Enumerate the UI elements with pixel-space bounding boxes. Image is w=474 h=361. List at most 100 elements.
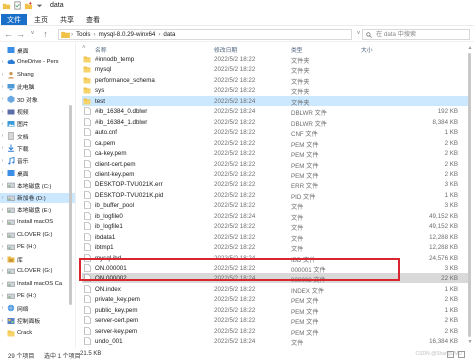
- tab-share[interactable]: 共享: [54, 14, 80, 25]
- forward-button[interactable]: →: [15, 29, 26, 40]
- file-row[interactable]: server-cert.pem 2022/5/2 18:22 PEM 文件 2 KB: [82, 315, 468, 326]
- file-row[interactable]: private_key.pem 2022/5/2 18:22 PEM 文件 2 KB: [82, 294, 468, 305]
- breadcrumb-data[interactable]: data: [161, 31, 177, 38]
- sidebar-item[interactable]: › OneDrive - Pers: [0, 57, 75, 67]
- expand-chevron-icon[interactable]: ›: [0, 133, 5, 139]
- file-row[interactable]: public_key.pem 2022/5/2 18:22 PEM 文件 1 KB: [82, 305, 468, 316]
- expand-chevron-icon[interactable]: ›: [0, 268, 5, 274]
- expand-chevron-icon[interactable]: ›: [0, 170, 5, 176]
- file-row[interactable]: sys 2022/5/2 18:22 文件夹: [82, 85, 468, 96]
- expand-chevron-icon[interactable]: ›: [0, 182, 5, 188]
- file-row[interactable]: DESKTOP-TVU021K.pid 2022/5/2 18:22 PID 文件 1…: [82, 190, 468, 201]
- file-row[interactable]: ib_buffer_pool 2022/5/2 18:22 文件 3 KB: [82, 200, 468, 211]
- file-row[interactable]: auto.cnf 2022/5/2 18:22 CNF 文件 1 KB: [82, 127, 468, 138]
- file-row[interactable]: ib_logfile1 2022/5/2 18:22 文件 49,152 KB: [82, 221, 468, 232]
- file-row[interactable]: ibtmp1 2022/5/2 18:22 文件 12,288 KB: [82, 242, 468, 253]
- sidebar-scroll-thumb[interactable]: [69, 105, 72, 305]
- expand-chevron-icon[interactable]: ›: [0, 293, 5, 299]
- address-bar[interactable]: › Tools › mysql-8.0.29-winx64 › data: [58, 29, 352, 40]
- sidebar-item[interactable]: › 库: [0, 254, 75, 264]
- sidebar-item[interactable]: › 桌面: [0, 168, 75, 178]
- tab-file[interactable]: 文件: [1, 14, 27, 25]
- sidebar-item[interactable]: Crack: [0, 328, 75, 338]
- file-row[interactable]: mysql 2022/5/2 18:22 文件夹: [82, 64, 468, 75]
- expand-chevron-icon[interactable]: ›: [0, 109, 5, 115]
- recent-locations-button[interactable]: ˅: [27, 29, 38, 40]
- sidebar-scrollbar[interactable]: [68, 45, 73, 345]
- sidebar-item[interactable]: › 图片: [0, 119, 75, 129]
- expand-chevron-icon[interactable]: ›: [0, 232, 5, 238]
- breadcrumb-mysql[interactable]: mysql-8.0.29-winx64: [97, 31, 158, 38]
- expand-chevron-icon[interactable]: ›: [0, 219, 5, 225]
- sidebar-item[interactable]: › 控制面板: [0, 316, 75, 326]
- sidebar-item[interactable]: › 文档: [0, 131, 75, 141]
- file-row[interactable]: client-key.pem 2022/5/2 18:22 PEM 文件 2 KB: [82, 169, 468, 180]
- sidebar-item[interactable]: › CLOVER (G:): [0, 230, 75, 240]
- expand-chevron-icon[interactable]: ›: [0, 121, 5, 127]
- customize-toolbar-icon[interactable]: [35, 1, 44, 10]
- sidebar-item[interactable]: › PE (H:): [0, 291, 75, 301]
- file-row[interactable]: ca.pem 2022/5/2 18:22 PEM 文件 2 KB: [82, 138, 468, 149]
- sidebar-item[interactable]: › 下载: [0, 143, 75, 153]
- sidebar-item[interactable]: › Shang: [0, 70, 75, 80]
- sidebar-item[interactable]: › PE (H:): [0, 242, 75, 252]
- expand-chevron-icon[interactable]: ›: [0, 59, 5, 65]
- sidebar-item[interactable]: › 网络: [0, 303, 75, 313]
- expand-chevron-icon[interactable]: ›: [0, 281, 5, 287]
- details-view-icon[interactable]: [447, 351, 454, 358]
- sidebar-item[interactable]: › CLOVER (G:): [0, 266, 75, 276]
- expand-chevron-icon[interactable]: ›: [0, 96, 5, 102]
- file-row[interactable]: ON.index 2022/5/2 18:22 INDEX 文件 1 KB: [82, 284, 468, 295]
- expand-chevron-icon[interactable]: ›: [0, 84, 5, 90]
- back-button[interactable]: ←: [3, 29, 14, 40]
- expand-chevron-icon[interactable]: ›: [0, 256, 5, 262]
- content-scrollbar[interactable]: ▲ ▼: [467, 45, 473, 345]
- file-row[interactable]: ib_logfile0 2022/5/2 18:24 文件 49,152 KB: [82, 211, 468, 222]
- file-row[interactable]: performance_schema 2022/5/2 18:22 文件夹: [82, 75, 468, 86]
- column-size[interactable]: 大小: [361, 45, 373, 54]
- column-date[interactable]: 修改日期: [214, 45, 237, 54]
- expand-chevron-icon[interactable]: ›: [0, 72, 5, 78]
- expand-chevron-icon[interactable]: ›: [0, 158, 5, 164]
- sidebar-item[interactable]: › 本地磁盘 (E:): [0, 205, 75, 215]
- file-row[interactable]: test 2022/5/2 18:24 文件夹: [82, 95, 468, 107]
- file-row[interactable]: server-key.pem 2022/5/2 18:22 PEM 文件 2 KB: [82, 326, 468, 337]
- file-row[interactable]: #ib_16384_1.dblwr 2022/5/2 18:22 DBLWR 文件 8…: [82, 117, 468, 128]
- collapse-arrow-icon[interactable]: ˄: [82, 45, 86, 51]
- sidebar-item[interactable]: › 视频: [0, 107, 75, 117]
- expand-chevron-icon[interactable]: ›: [0, 195, 5, 201]
- search-box[interactable]: 在 data 中搜索: [362, 29, 470, 40]
- file-row[interactable]: ca-key.pem 2022/5/2 18:22 PEM 文件 2 KB: [82, 148, 468, 159]
- properties-icon[interactable]: [13, 1, 22, 10]
- content-scroll-thumb[interactable]: [468, 53, 471, 337]
- expand-chevron-icon[interactable]: ›: [0, 244, 5, 250]
- tab-view[interactable]: 查看: [80, 14, 106, 25]
- file-row[interactable]: client-cert.pem 2022/5/2 18:22 PEM 文件 2 KB: [82, 159, 468, 170]
- expand-chevron-icon[interactable]: ›: [0, 145, 5, 151]
- file-row[interactable]: #innodb_temp 2022/5/2 18:22 文件夹: [82, 54, 468, 65]
- tab-home[interactable]: 主页: [28, 14, 54, 25]
- scroll-up-arrow-icon[interactable]: ▲: [467, 45, 473, 51]
- large-icons-view-icon[interactable]: [458, 351, 465, 358]
- column-type[interactable]: 类型: [291, 45, 303, 54]
- file-row[interactable]: DESKTOP-TVU021K.err 2022/5/2 18:22 ERR 文件 3…: [82, 179, 468, 190]
- sidebar-item[interactable]: › 本地磁盘 (C:): [0, 180, 75, 190]
- sidebar-item[interactable]: › Install macOS: [0, 217, 75, 227]
- sidebar-item[interactable]: › 音乐: [0, 156, 75, 166]
- expand-chevron-icon[interactable]: ›: [0, 305, 5, 311]
- expand-chevron-icon[interactable]: ›: [0, 318, 5, 324]
- sidebar-item[interactable]: › 此电脑: [0, 82, 75, 92]
- sidebar-item[interactable]: › Install macOS Ca: [0, 279, 75, 289]
- expand-chevron-icon[interactable]: ›: [0, 207, 5, 213]
- up-button[interactable]: ↑: [40, 29, 51, 40]
- file-row[interactable]: undo_001 2022/5/2 18:24 文件 16,384 KB: [82, 336, 468, 347]
- new-folder-icon[interactable]: [24, 1, 33, 10]
- breadcrumb-tools[interactable]: Tools: [74, 31, 92, 38]
- file-row[interactable]: #ib_16384_0.dblwr 2022/5/2 18:24 DBLWR 文件 1…: [82, 106, 468, 117]
- scroll-down-arrow-icon[interactable]: ▼: [467, 339, 473, 345]
- sidebar-item[interactable]: › 3D 对象: [0, 94, 75, 104]
- sidebar-item[interactable]: 桌面: [0, 45, 75, 55]
- folder-icon[interactable]: [2, 1, 11, 10]
- file-row[interactable]: ibdata1 2022/5/2 18:22 文件 12,288 KB: [82, 232, 468, 243]
- column-name[interactable]: 名称: [95, 45, 107, 54]
